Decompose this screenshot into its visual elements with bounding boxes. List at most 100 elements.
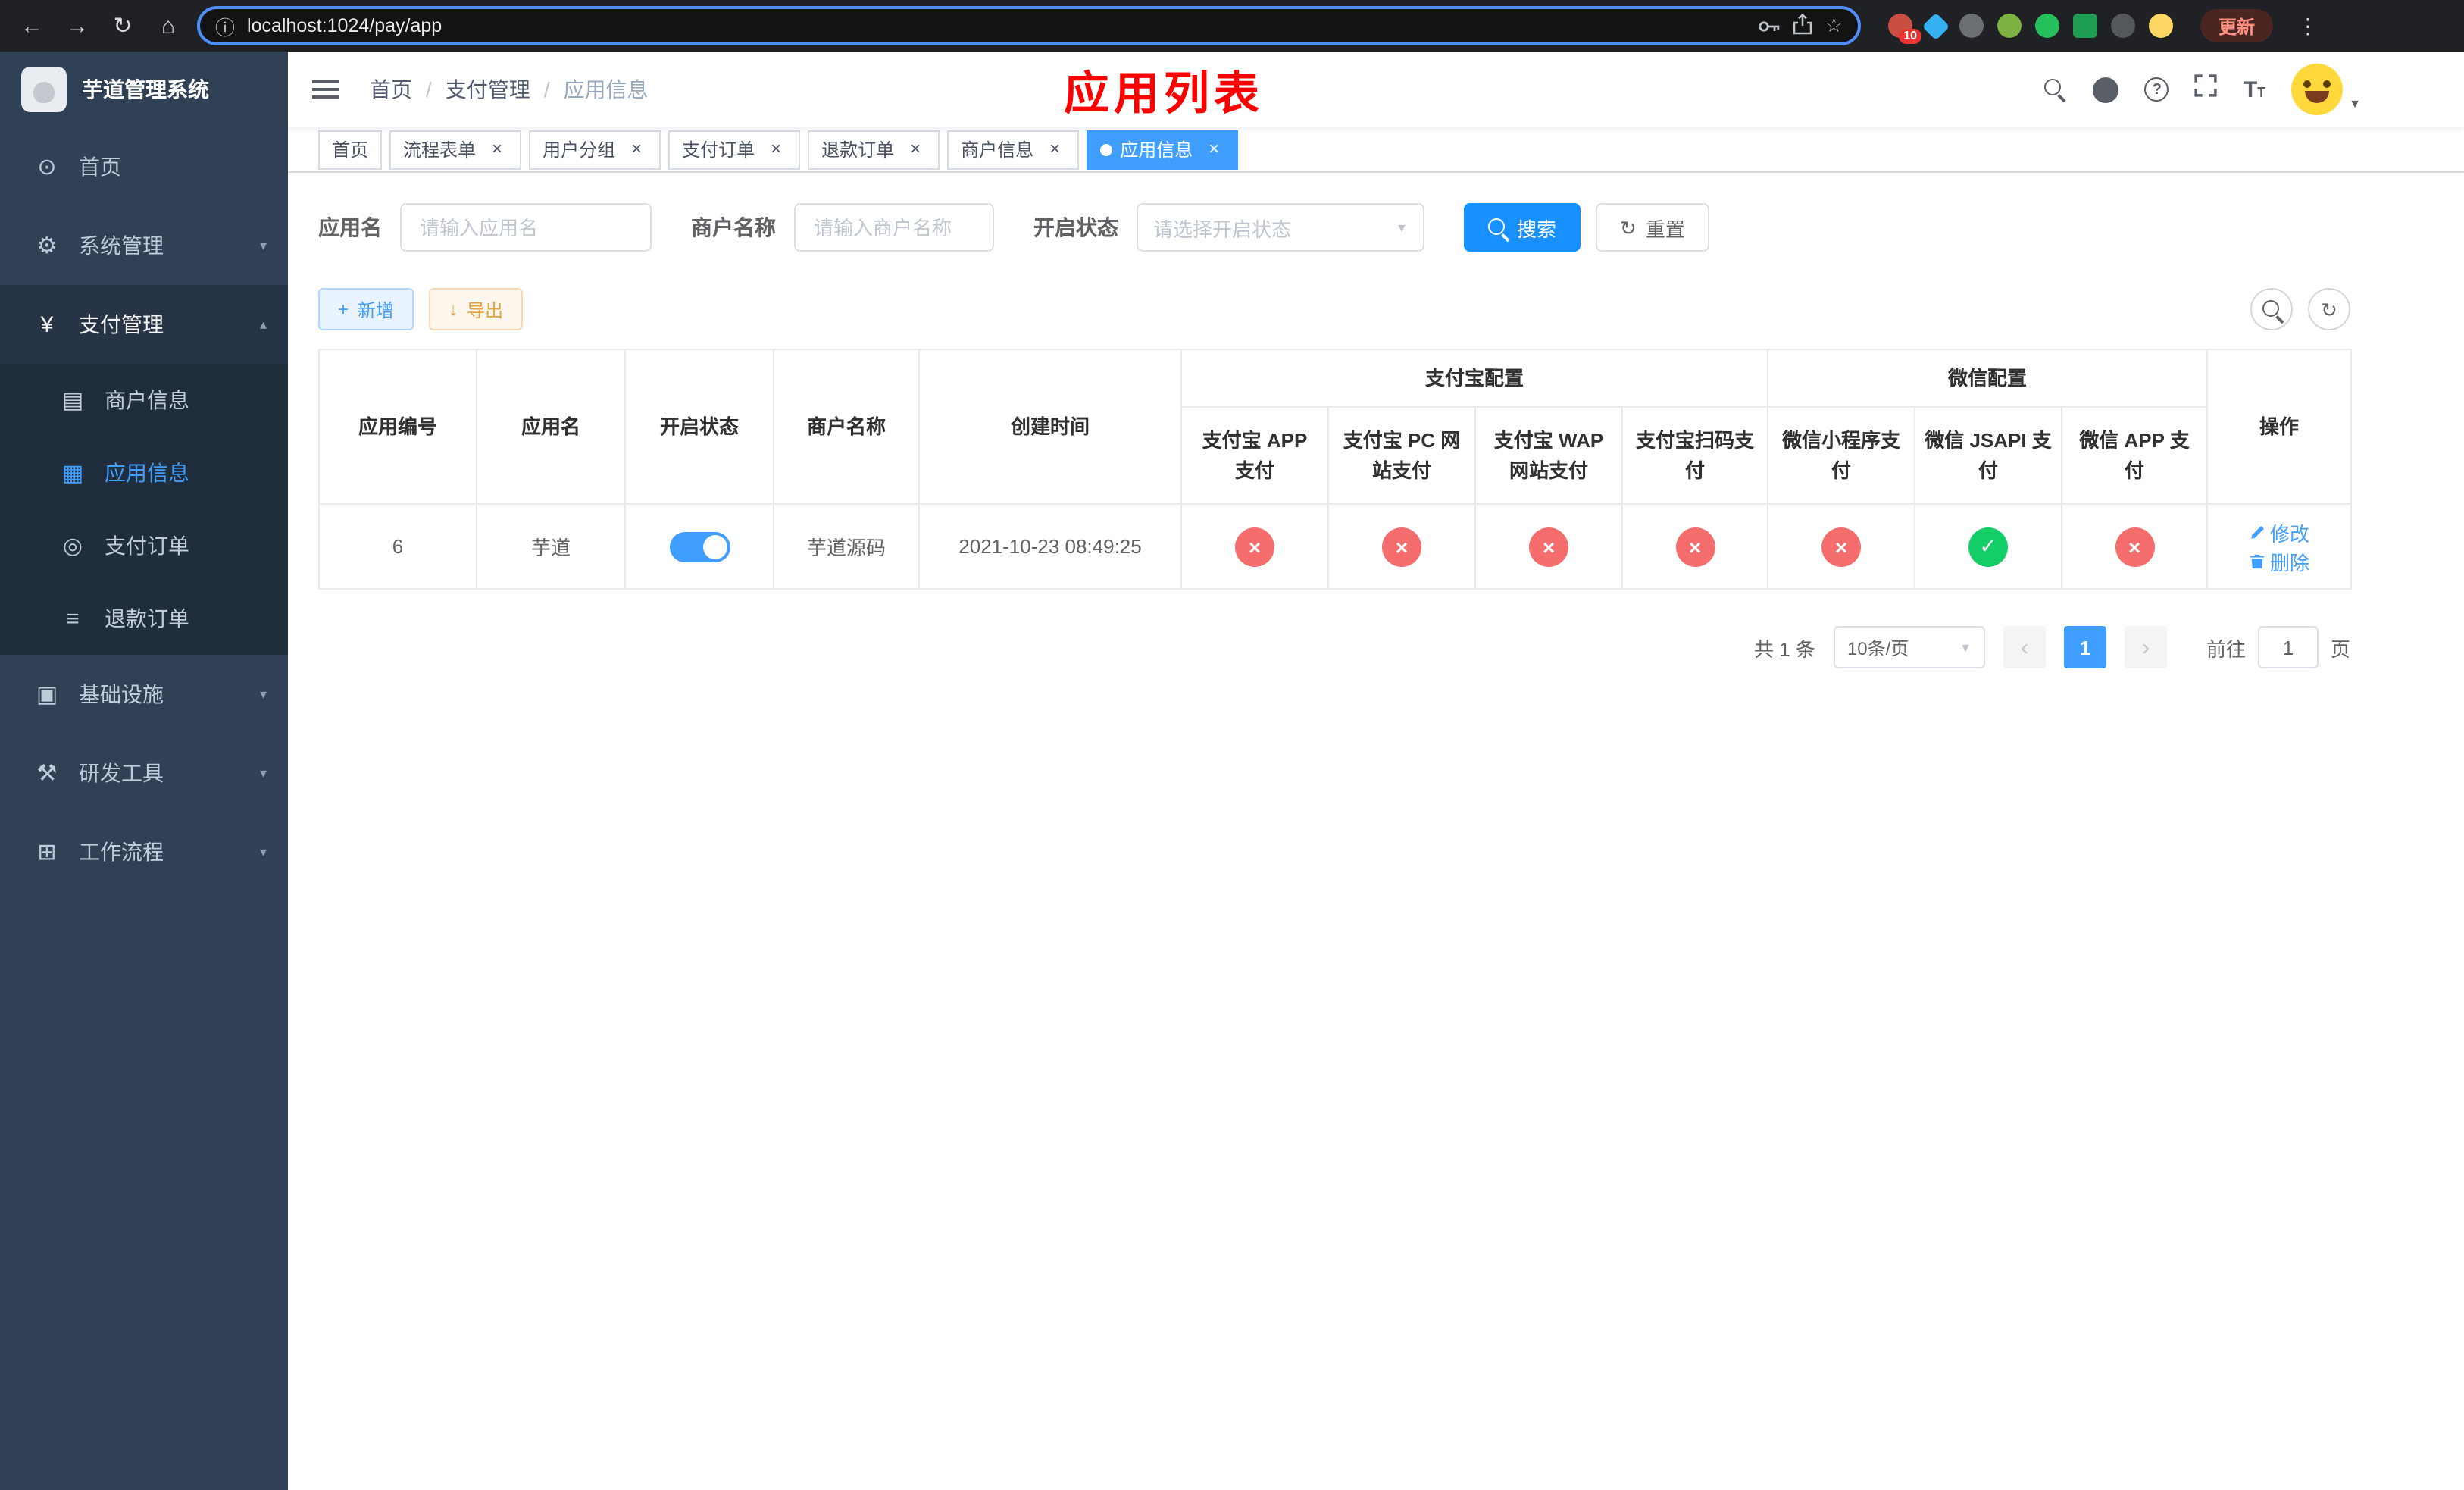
toggle-search-button[interactable] xyxy=(2250,288,2293,330)
breadcrumb-section[interactable]: 支付管理 xyxy=(446,74,530,105)
share-icon[interactable] xyxy=(1793,12,1813,39)
search-icon[interactable] xyxy=(2044,78,2068,101)
sidebar-item-app[interactable]: ▦ 应用信息 xyxy=(0,437,288,509)
col-header-wx-mini: 微信小程序支付 xyxy=(1767,406,1916,505)
reload-icon[interactable]: ↻ xyxy=(106,12,139,39)
extension-icon[interactable] xyxy=(1921,11,1950,40)
extension-icon[interactable] xyxy=(2111,14,2135,38)
refresh-table-button[interactable]: ↻ xyxy=(2308,288,2350,330)
logo-avatar xyxy=(21,67,67,112)
extension-icon[interactable] xyxy=(2035,14,2059,38)
page-title: 应用列表 xyxy=(1064,70,1264,120)
extension-badge: 10 xyxy=(1899,29,1921,44)
sidebar-item-merchant[interactable]: ▤ 商户信息 xyxy=(0,364,288,437)
close-icon[interactable]: × xyxy=(486,138,508,160)
font-size-icon[interactable]: TT xyxy=(2244,77,2265,102)
caret-down-icon: ▼ xyxy=(1396,221,1408,234)
search-icon xyxy=(2262,299,2281,319)
sidebar-item-refund[interactable]: ≡ 退款订单 xyxy=(0,582,288,655)
chevron-down-icon: ▾ xyxy=(259,844,267,859)
page-size-select[interactable]: 10条/页 ▼ xyxy=(1833,626,1985,668)
merchant-name-input[interactable] xyxy=(794,203,994,252)
sidebar-item-label: 首页 xyxy=(79,155,121,179)
sidebar-item-label: 商户信息 xyxy=(105,388,189,412)
site-info-icon[interactable]: ⓘ xyxy=(215,11,235,40)
add-button[interactable]: + 新增 xyxy=(318,288,414,330)
status-toggle[interactable] xyxy=(669,531,730,562)
sidebar-item-system[interactable]: ⚙ 系统管理 ▾ xyxy=(0,206,288,285)
extension-icon[interactable] xyxy=(2149,14,2173,38)
total-count: 共 1 条 xyxy=(1754,637,1815,660)
alipay-qr-status-icon: × xyxy=(1675,527,1715,566)
page-number-current[interactable]: 1 xyxy=(2063,626,2106,668)
tab-process-form[interactable]: 流程表单 × xyxy=(389,130,522,169)
bookmark-star-icon[interactable]: ☆ xyxy=(1825,14,1843,38)
url-text[interactable]: localhost:1024/pay/app xyxy=(247,15,1746,36)
home-icon[interactable]: ⌂ xyxy=(152,13,185,39)
breadcrumb-home[interactable]: 首页 xyxy=(370,74,412,105)
help-icon[interactable]: ? xyxy=(2144,77,2169,102)
search-button[interactable]: 搜索 xyxy=(1464,203,1581,252)
cell-created: 2021-10-23 08:49:25 xyxy=(918,503,1182,590)
export-button[interactable]: ↓ 导出 xyxy=(429,288,524,330)
browser-menu-icon[interactable]: ⋮ xyxy=(2291,13,2325,39)
reset-button[interactable]: ↻ 重置 xyxy=(1596,203,1709,252)
col-header-alipay-qr: 支付宝扫码支付 xyxy=(1621,406,1769,505)
sidebar-item-workflow[interactable]: ⊞ 工作流程 ▾ xyxy=(0,812,288,891)
col-header-alipay-pc: 支付宝 PC 网站支付 xyxy=(1327,406,1476,505)
app-logo[interactable]: 芋道管理系统 xyxy=(0,52,288,127)
close-icon[interactable]: × xyxy=(626,138,647,160)
github-icon[interactable] xyxy=(2093,77,2119,102)
tab-label: 流程表单 xyxy=(403,139,477,161)
gear-icon: ⚙ xyxy=(36,233,58,259)
sidebar-item-pay[interactable]: ¥ 支付管理 ▴ xyxy=(0,285,288,364)
sidebar-item-infra[interactable]: ▣ 基础设施 ▾ xyxy=(0,655,288,734)
status-select[interactable]: 请选择开启状态 ▼ xyxy=(1137,203,1424,252)
tab-app-info[interactable]: 应用信息 × xyxy=(1087,130,1239,169)
close-icon[interactable]: × xyxy=(905,138,926,160)
tab-merchant-info[interactable]: 商户信息 × xyxy=(947,130,1080,169)
fullscreen-icon[interactable] xyxy=(2195,74,2218,105)
chevron-down-icon: ▾ xyxy=(259,686,267,701)
chevron-down-icon: ▾ xyxy=(259,765,267,780)
col-header-merchant: 商户名称 xyxy=(773,349,920,505)
trash-icon xyxy=(2250,553,2265,568)
forward-icon[interactable]: → xyxy=(61,13,94,39)
breadcrumb-current: 应用信息 xyxy=(563,77,649,102)
group-header-alipay: 支付宝配置 xyxy=(1180,349,1769,408)
chrome-update-button[interactable]: 更新 xyxy=(2200,9,2274,42)
collapse-menu-icon[interactable] xyxy=(312,80,339,99)
extension-icon[interactable] xyxy=(2073,14,2097,38)
app-name-input[interactable] xyxy=(400,203,652,252)
sidebar-item-home[interactable]: ⊙ 首页 xyxy=(0,127,288,206)
sidebar-item-label: 系统管理 xyxy=(79,233,164,258)
next-page-button[interactable]: › xyxy=(2124,626,2167,668)
delete-link[interactable]: 删除 xyxy=(2249,546,2309,575)
prev-page-button[interactable]: ‹ xyxy=(2003,626,2046,668)
extension-icon[interactable] xyxy=(1959,14,1984,38)
extension-icon[interactable]: 10 xyxy=(1888,14,1921,44)
close-icon[interactable]: × xyxy=(765,138,786,160)
export-button-label: 导出 xyxy=(467,299,504,321)
refresh-icon: ↻ xyxy=(1620,216,1637,239)
sidebar-item-label: 工作流程 xyxy=(79,840,164,864)
tab-refund-order[interactable]: 退款订单 × xyxy=(808,130,940,169)
goto-prefix: 前往 xyxy=(2206,637,2246,660)
sidebar-item-label: 退款订单 xyxy=(105,606,189,631)
user-menu[interactable]: ▼ xyxy=(2291,64,2361,115)
back-icon[interactable]: ← xyxy=(15,13,48,39)
key-icon[interactable] xyxy=(1759,14,1781,37)
tab-user-group[interactable]: 用户分组 × xyxy=(529,130,661,169)
status-label: 开启状态 xyxy=(1033,215,1118,239)
edit-link[interactable]: 修改 xyxy=(2249,518,2309,546)
close-icon[interactable]: × xyxy=(1044,138,1065,160)
close-icon[interactable]: × xyxy=(1203,138,1224,160)
grid-icon: ▦ xyxy=(61,461,84,487)
sidebar-item-order[interactable]: ◎ 支付订单 xyxy=(0,509,288,582)
sidebar-item-dev[interactable]: ⚒ 研发工具 ▾ xyxy=(0,734,288,812)
extension-icon[interactable] xyxy=(1997,14,2022,38)
tab-pay-order[interactable]: 支付订单 × xyxy=(668,130,801,169)
goto-page-input[interactable] xyxy=(2257,626,2319,668)
tab-home[interactable]: 首页 xyxy=(318,130,383,169)
address-bar[interactable]: ⓘ localhost:1024/pay/app ☆ xyxy=(197,6,1861,45)
